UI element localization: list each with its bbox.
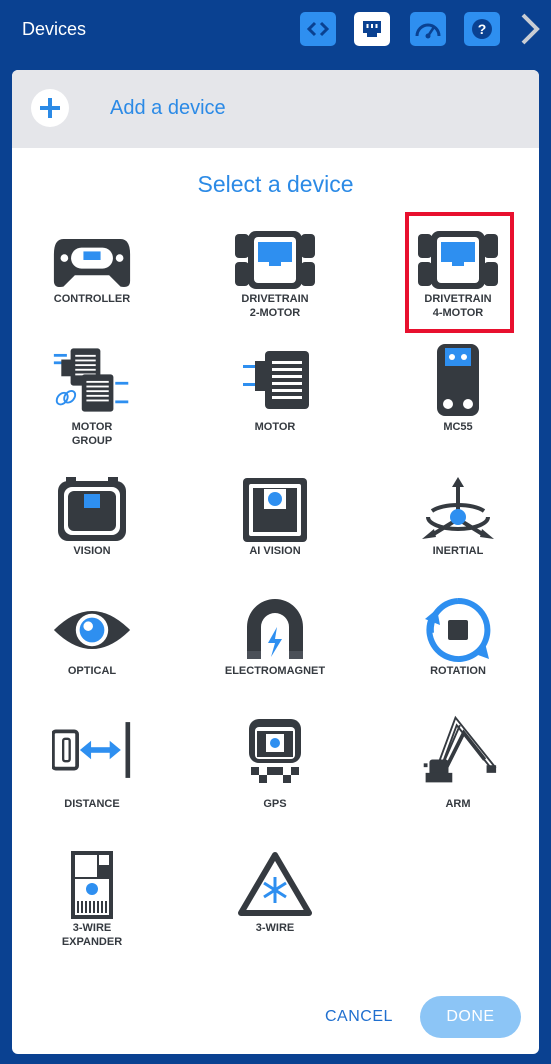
add-device-label: Add a device: [110, 97, 226, 119]
page-title: Devices: [22, 19, 87, 39]
device-tile-rotation[interactable]: ROTATION: [383, 590, 533, 680]
ports-icon: [363, 21, 381, 37]
code-icon: [306, 21, 330, 37]
device-label: INERTIAL: [432, 545, 484, 557]
device-tile-mc55[interactable]: MC55: [383, 340, 533, 440]
help-button[interactable]: ?: [464, 12, 500, 46]
device-label: DISTANCE: [64, 798, 120, 810]
dashboard-button[interactable]: [410, 12, 446, 46]
motor-icon: [243, 351, 309, 409]
drivetrain-2-motor-icon: [235, 231, 315, 289]
svg-text:?: ?: [478, 21, 487, 37]
device-label: AI VISION: [249, 545, 301, 557]
device-tile-motor-group[interactable]: MOTOR GROUP: [17, 340, 167, 450]
3-wire-expander-icon: [71, 851, 113, 919]
device-tile-distance[interactable]: DISTANCE: [17, 710, 167, 810]
device-tile-arm[interactable]: ARM: [383, 710, 533, 810]
device-label: CONTROLLER: [53, 293, 131, 305]
gps-icon: [249, 719, 301, 783]
electromagnet-icon: [247, 599, 303, 659]
device-tile-motor[interactable]: MOTOR: [200, 340, 350, 440]
device-label: 3-WIRE: [255, 922, 295, 934]
device-tile-optical[interactable]: OPTICAL: [17, 590, 167, 680]
motor-group-icon: [53, 348, 129, 412]
mc55-icon: [437, 344, 479, 416]
device-label-line2: GROUP: [71, 435, 113, 447]
add-device-row[interactable]: Add a device: [12, 70, 539, 148]
device-tile-vision[interactable]: VISION: [17, 470, 167, 560]
add-device-button[interactable]: [31, 89, 69, 127]
inertial-icon: [422, 477, 494, 539]
device-tile-electromagnet[interactable]: ELECTROMAGNET: [200, 590, 350, 680]
top-bar: Devices ?: [0, 0, 551, 58]
selected-device-highlight: [405, 212, 514, 333]
device-label: MOTOR: [71, 421, 113, 433]
device-tile-gps[interactable]: GPS: [200, 710, 350, 810]
device-label: ARM: [445, 798, 471, 810]
device-label: 3-WIRE: [72, 922, 112, 934]
device-tile-controller[interactable]: CONTROLLER: [17, 220, 167, 320]
chevron-right-icon[interactable]: [515, 11, 543, 47]
device-tile-inertial[interactable]: INERTIAL: [383, 470, 533, 560]
controller-icon: [53, 239, 131, 288]
help-icon: ?: [472, 19, 492, 39]
device-label: DRIVETRAIN: [241, 293, 309, 305]
plus-icon: [40, 98, 60, 118]
device-label: ROTATION: [430, 665, 486, 677]
device-label-line2: EXPANDER: [61, 936, 123, 948]
code-view-button[interactable]: [300, 12, 336, 46]
dashboard-icon: [415, 23, 441, 39]
device-tile-3-wire[interactable]: 3-WIRE: [200, 845, 350, 945]
vision-icon: [58, 477, 126, 541]
device-label: MC55: [443, 421, 473, 433]
device-tile-3-wire-expander[interactable]: 3-WIRE EXPANDER: [17, 845, 167, 955]
device-panel: Add a device Select a device CONTROLLER: [12, 70, 539, 1054]
cancel-button[interactable]: CANCEL: [325, 1008, 393, 1026]
select-device-heading: Select a device: [197, 171, 354, 197]
rotation-icon: [425, 597, 491, 662]
device-label: MOTOR: [254, 421, 296, 433]
device-label: GPS: [263, 798, 287, 810]
devices-ports-button[interactable]: [354, 12, 390, 46]
done-button[interactable]: DONE: [420, 996, 521, 1038]
optical-icon: [53, 610, 131, 650]
device-label: VISION: [73, 545, 111, 557]
device-label-line2: 2-MOTOR: [249, 307, 301, 319]
3-wire-icon: [238, 852, 312, 916]
device-tile-ai-vision[interactable]: AI VISION: [200, 470, 350, 560]
device-tile-drivetrain-2-motor[interactable]: DRIVETRAIN 2-MOTOR: [200, 220, 350, 320]
distance-icon: [52, 722, 131, 778]
device-label: OPTICAL: [67, 665, 117, 677]
ai-vision-icon: [243, 478, 307, 542]
arm-icon: [423, 715, 497, 783]
device-label: ELECTROMAGNET: [224, 665, 326, 677]
